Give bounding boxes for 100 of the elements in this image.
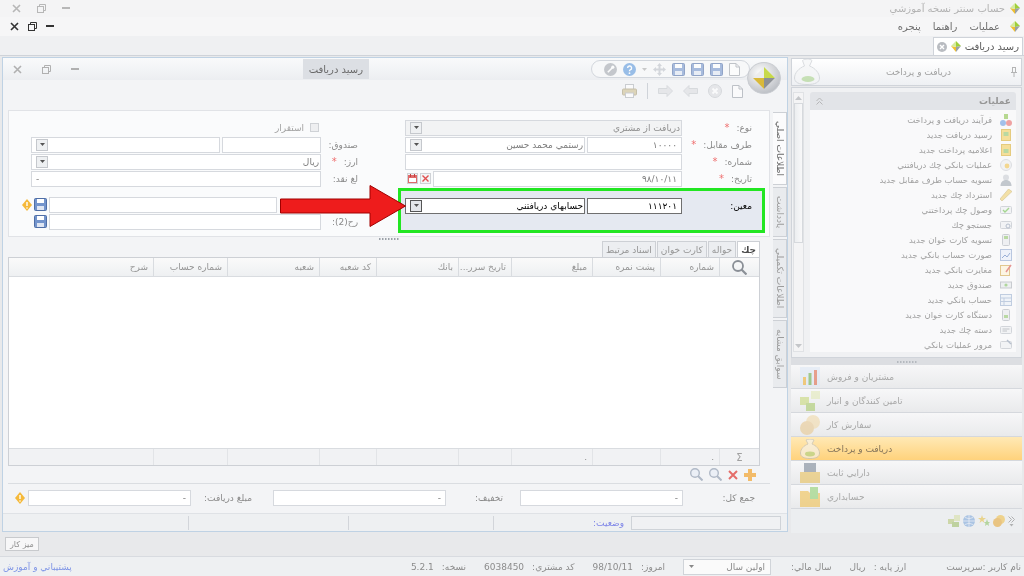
- save-icon[interactable]: [710, 62, 723, 76]
- module-button[interactable]: حسابداري: [791, 485, 1022, 509]
- task-link[interactable]: فرآيند دريافت و پرداخت: [810, 112, 1016, 127]
- plus-icon[interactable]: [744, 468, 756, 481]
- save-icon[interactable]: [672, 62, 685, 76]
- printer-icon[interactable]: [622, 84, 637, 98]
- save-icon[interactable]: [691, 62, 704, 76]
- search-icon[interactable]: [709, 468, 722, 481]
- arrow-down-icon[interactable]: [795, 344, 802, 348]
- column-header[interactable]: پشت نمره: [592, 258, 660, 276]
- task-link[interactable]: دسته چك جديد: [810, 322, 1016, 337]
- module-button[interactable]: سفارش كار: [791, 413, 1022, 437]
- side-tab[interactable]: سوابق مشابه: [773, 319, 787, 389]
- year-dropdown[interactable]: اولين سال: [683, 558, 771, 575]
- save-icon[interactable]: [34, 198, 47, 211]
- module-button[interactable]: دريافت و پرداخت: [791, 437, 1022, 461]
- close-icon[interactable]: [10, 22, 19, 31]
- grid-tab[interactable]: كارت خوان: [656, 241, 707, 257]
- save-icon[interactable]: [34, 215, 47, 228]
- scrollbar[interactable]: [793, 92, 804, 352]
- column-header[interactable]: مبلغ: [511, 258, 592, 276]
- double-chevron-icon[interactable]: [1008, 515, 1015, 527]
- column-header[interactable]: شعبه: [227, 258, 319, 276]
- amount-field[interactable]: -: [520, 490, 683, 506]
- column-header[interactable]: شماره حساب: [153, 258, 227, 276]
- side-tab[interactable]: اطلاعات اصلي: [773, 112, 787, 186]
- amount-field[interactable]: -: [273, 490, 446, 506]
- minimize-icon[interactable]: [62, 7, 70, 9]
- code-field[interactable]: ۱۰۰۰۰: [587, 136, 682, 153]
- module-button[interactable]: دارايي ثابت: [791, 461, 1022, 485]
- chevron-up-icon[interactable]: [816, 97, 823, 105]
- menu-item[interactable]: عمليات: [967, 20, 1002, 33]
- warning-icon[interactable]: [15, 492, 25, 504]
- grid-tab[interactable]: چك: [737, 241, 760, 257]
- side-tab[interactable]: اطلاعات تكميلي: [773, 239, 787, 318]
- task-link[interactable]: وصول چك پرداختني: [810, 202, 1016, 217]
- cross-icon[interactable]: [728, 469, 738, 480]
- stars-icon[interactable]: [978, 515, 990, 527]
- input-field[interactable]: [222, 136, 321, 153]
- arrow-right-icon[interactable]: [658, 85, 673, 97]
- minimize-icon[interactable]: [71, 67, 79, 70]
- boxes-icon[interactable]: [948, 515, 960, 527]
- globe-icon[interactable]: [963, 515, 975, 527]
- input-field[interactable]: [49, 213, 321, 230]
- column-header[interactable]: كد شعبه: [319, 258, 376, 276]
- column-header[interactable]: شماره: [660, 258, 719, 276]
- task-link[interactable]: صورت حساب بانكي جديد: [810, 247, 1016, 262]
- document-icon[interactable]: [732, 84, 743, 98]
- code-field[interactable]: ۱۱۱۲۰۱: [587, 197, 682, 214]
- task-link[interactable]: حساب بانكي جديد: [810, 292, 1016, 307]
- task-link[interactable]: مغايرت بانكي جديد: [810, 262, 1016, 277]
- task-link[interactable]: دستگاه كارت خوان جديد: [810, 307, 1016, 322]
- wrench-icon[interactable]: [604, 62, 617, 76]
- search-icon[interactable]: [732, 259, 747, 275]
- module-button[interactable]: تامين كنندگان و انبار: [791, 389, 1022, 413]
- document-tab[interactable]: رسيد دريافت: [932, 37, 1023, 55]
- combo-box[interactable]: رستمي محمد حسين: [405, 136, 585, 153]
- task-link[interactable]: مرور عمليات بانكي: [810, 337, 1016, 352]
- pin-icon[interactable]: [1011, 67, 1017, 77]
- clear-button[interactable]: [420, 173, 431, 184]
- help-icon[interactable]: [623, 62, 636, 76]
- amount-field[interactable]: -: [31, 170, 321, 187]
- amount-field[interactable]: -: [28, 490, 191, 506]
- module-button[interactable]: مشتريان و فروش: [791, 365, 1022, 389]
- combo-box[interactable]: ريال: [31, 153, 321, 170]
- input-field[interactable]: [405, 153, 682, 170]
- minimize-icon[interactable]: [46, 25, 54, 27]
- task-link[interactable]: تسويه كارت خوان جديد: [810, 232, 1016, 247]
- grip-icon[interactable]: [896, 360, 917, 363]
- date-field[interactable]: ۹۸/۱۰/۱۱: [433, 170, 682, 187]
- grid-tab[interactable]: حواله: [707, 241, 737, 257]
- menu-item[interactable]: راهنما: [930, 20, 960, 33]
- support-link[interactable]: پشتيباني و آموزش: [3, 561, 72, 572]
- arrow-left-icon[interactable]: [683, 85, 698, 97]
- search-icon[interactable]: [690, 468, 703, 481]
- task-link[interactable]: استرداد چك جديد: [810, 187, 1016, 202]
- menu-item[interactable]: پنجره: [895, 20, 923, 33]
- column-header[interactable]: بانك: [376, 258, 458, 276]
- group-header[interactable]: عمليات: [810, 92, 1016, 110]
- input-field[interactable]: [49, 196, 277, 213]
- move-icon[interactable]: [653, 62, 666, 76]
- task-link[interactable]: تسويه حساب طرف مقابل جديد: [810, 172, 1016, 187]
- desktop-button[interactable]: ميز كار: [5, 537, 39, 551]
- side-tab[interactable]: يادداشت: [773, 187, 787, 238]
- task-link[interactable]: صندوق جديد: [810, 277, 1016, 292]
- grid-tab[interactable]: اسناد مرتبط: [601, 241, 656, 257]
- calendar-button[interactable]: [407, 173, 418, 184]
- task-link[interactable]: رسيد دريافت جديد: [810, 127, 1016, 142]
- cross-circle-icon[interactable]: [708, 84, 722, 98]
- restore-icon[interactable]: [28, 22, 37, 31]
- coins-icon[interactable]: [993, 515, 1005, 527]
- scrollbar-thumb[interactable]: [794, 103, 803, 243]
- task-link[interactable]: جستجو چك: [810, 217, 1016, 232]
- task-link[interactable]: عمليات بانكي چك دريافتني: [810, 157, 1016, 172]
- caret-icon[interactable]: [642, 67, 647, 71]
- document-icon[interactable]: [729, 62, 740, 76]
- task-link[interactable]: اعلاميه پرداخت جديد: [810, 142, 1016, 157]
- arrow-up-icon[interactable]: [795, 96, 802, 100]
- dropdown-button[interactable]: [410, 199, 422, 212]
- column-header[interactable]: شرح: [9, 258, 153, 276]
